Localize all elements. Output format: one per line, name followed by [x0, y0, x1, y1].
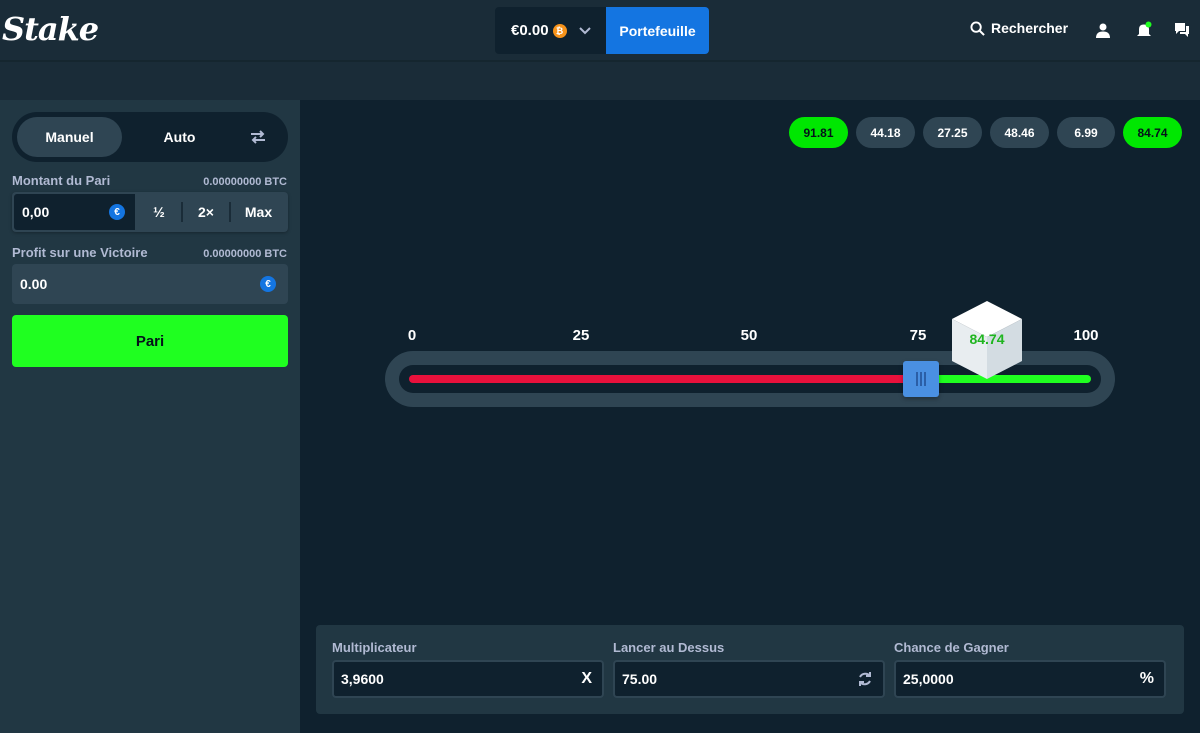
bet-amount-label: Montant du Pari — [12, 173, 111, 188]
multiplier-input[interactable]: 3,9600 X — [332, 660, 604, 698]
rollover-value: 75.00 — [622, 671, 658, 687]
top-bar: Stake €0.00 ₿ Portefeuille Rechercher — [0, 0, 1200, 60]
notifications-icon[interactable] — [1133, 19, 1155, 41]
user-icon[interactable] — [1092, 19, 1114, 41]
chevron-down-icon — [578, 26, 591, 35]
win-chance-suffix: % — [1139, 670, 1154, 687]
double-button[interactable]: 2× — [183, 194, 229, 230]
search-label: Rechercher — [991, 20, 1069, 36]
half-button[interactable]: ½ — [137, 194, 181, 230]
profit-value: 0.00 — [20, 276, 48, 292]
wallet-button[interactable]: Portefeuille — [606, 7, 709, 54]
bet-settings-panel: Multiplicateur 3,9600 X Lancer au Dessus… — [316, 625, 1184, 714]
recent-results: 91.81 44.18 27.25 48.46 6.99 84.74 — [789, 117, 1182, 148]
scale-tick: 100 — [1073, 327, 1099, 344]
slider-handle[interactable] — [903, 361, 939, 397]
profit-label: Profit sur une Victoire — [12, 245, 148, 260]
search-icon — [970, 20, 985, 36]
result-pill[interactable]: 27.25 — [923, 117, 982, 148]
win-chance-input[interactable]: 25,0000 % — [894, 660, 1166, 698]
swap-icon[interactable] — [248, 127, 268, 147]
bet-crypto-value: 0.00000000 BTC — [203, 176, 287, 188]
bet-amount-value: 0,00 — [22, 204, 50, 220]
euro-icon: € — [260, 276, 276, 292]
tab-auto[interactable]: Auto — [127, 117, 232, 157]
bitcoin-icon: ₿ — [552, 23, 567, 38]
mode-toggle: Manuel Auto — [12, 112, 288, 162]
balance-amount: €0.00 — [511, 22, 549, 39]
scale-tick: 50 — [740, 327, 758, 344]
win-chance-label: Chance de Gagner — [894, 640, 1009, 655]
win-chance-value: 25,0000 — [903, 671, 954, 687]
profit-crypto-value: 0.00000000 BTC — [203, 248, 287, 260]
multiplier-label: Multiplicateur — [332, 640, 417, 655]
lose-range — [409, 375, 921, 383]
multiplier-value: 3,9600 — [341, 671, 384, 687]
rollover-input[interactable]: 75.00 — [613, 660, 885, 698]
bet-amount-group: 0,00 € ½ 2× Max — [12, 192, 288, 232]
balance-selector[interactable]: €0.00 ₿ — [495, 7, 606, 54]
chat-icon[interactable] — [1171, 19, 1193, 41]
result-pill[interactable]: 48.46 — [990, 117, 1049, 148]
sub-bar — [0, 60, 1200, 100]
refresh-icon[interactable] — [857, 671, 873, 687]
result-pill[interactable]: 84.74 — [1123, 117, 1182, 148]
scale-tick: 0 — [407, 327, 417, 344]
profit-field: 0.00 € — [12, 264, 288, 304]
scale-tick: 25 — [572, 327, 590, 344]
bet-button[interactable]: Pari — [12, 315, 288, 367]
roll-result: 84.74 — [969, 331, 1005, 347]
rollover-label: Lancer au Dessus — [613, 640, 725, 655]
tab-manual[interactable]: Manuel — [17, 117, 122, 157]
result-pill[interactable]: 6.99 — [1057, 117, 1115, 148]
search-button[interactable]: Rechercher — [970, 20, 1068, 36]
max-button[interactable]: Max — [231, 194, 286, 230]
result-pill[interactable]: 91.81 — [789, 117, 848, 148]
scale-tick: 75 — [909, 327, 927, 344]
multiplier-suffix: X — [581, 670, 592, 687]
result-pill[interactable]: 44.18 — [856, 117, 915, 148]
euro-icon: € — [109, 204, 125, 220]
stake-logo[interactable]: Stake — [2, 10, 99, 48]
